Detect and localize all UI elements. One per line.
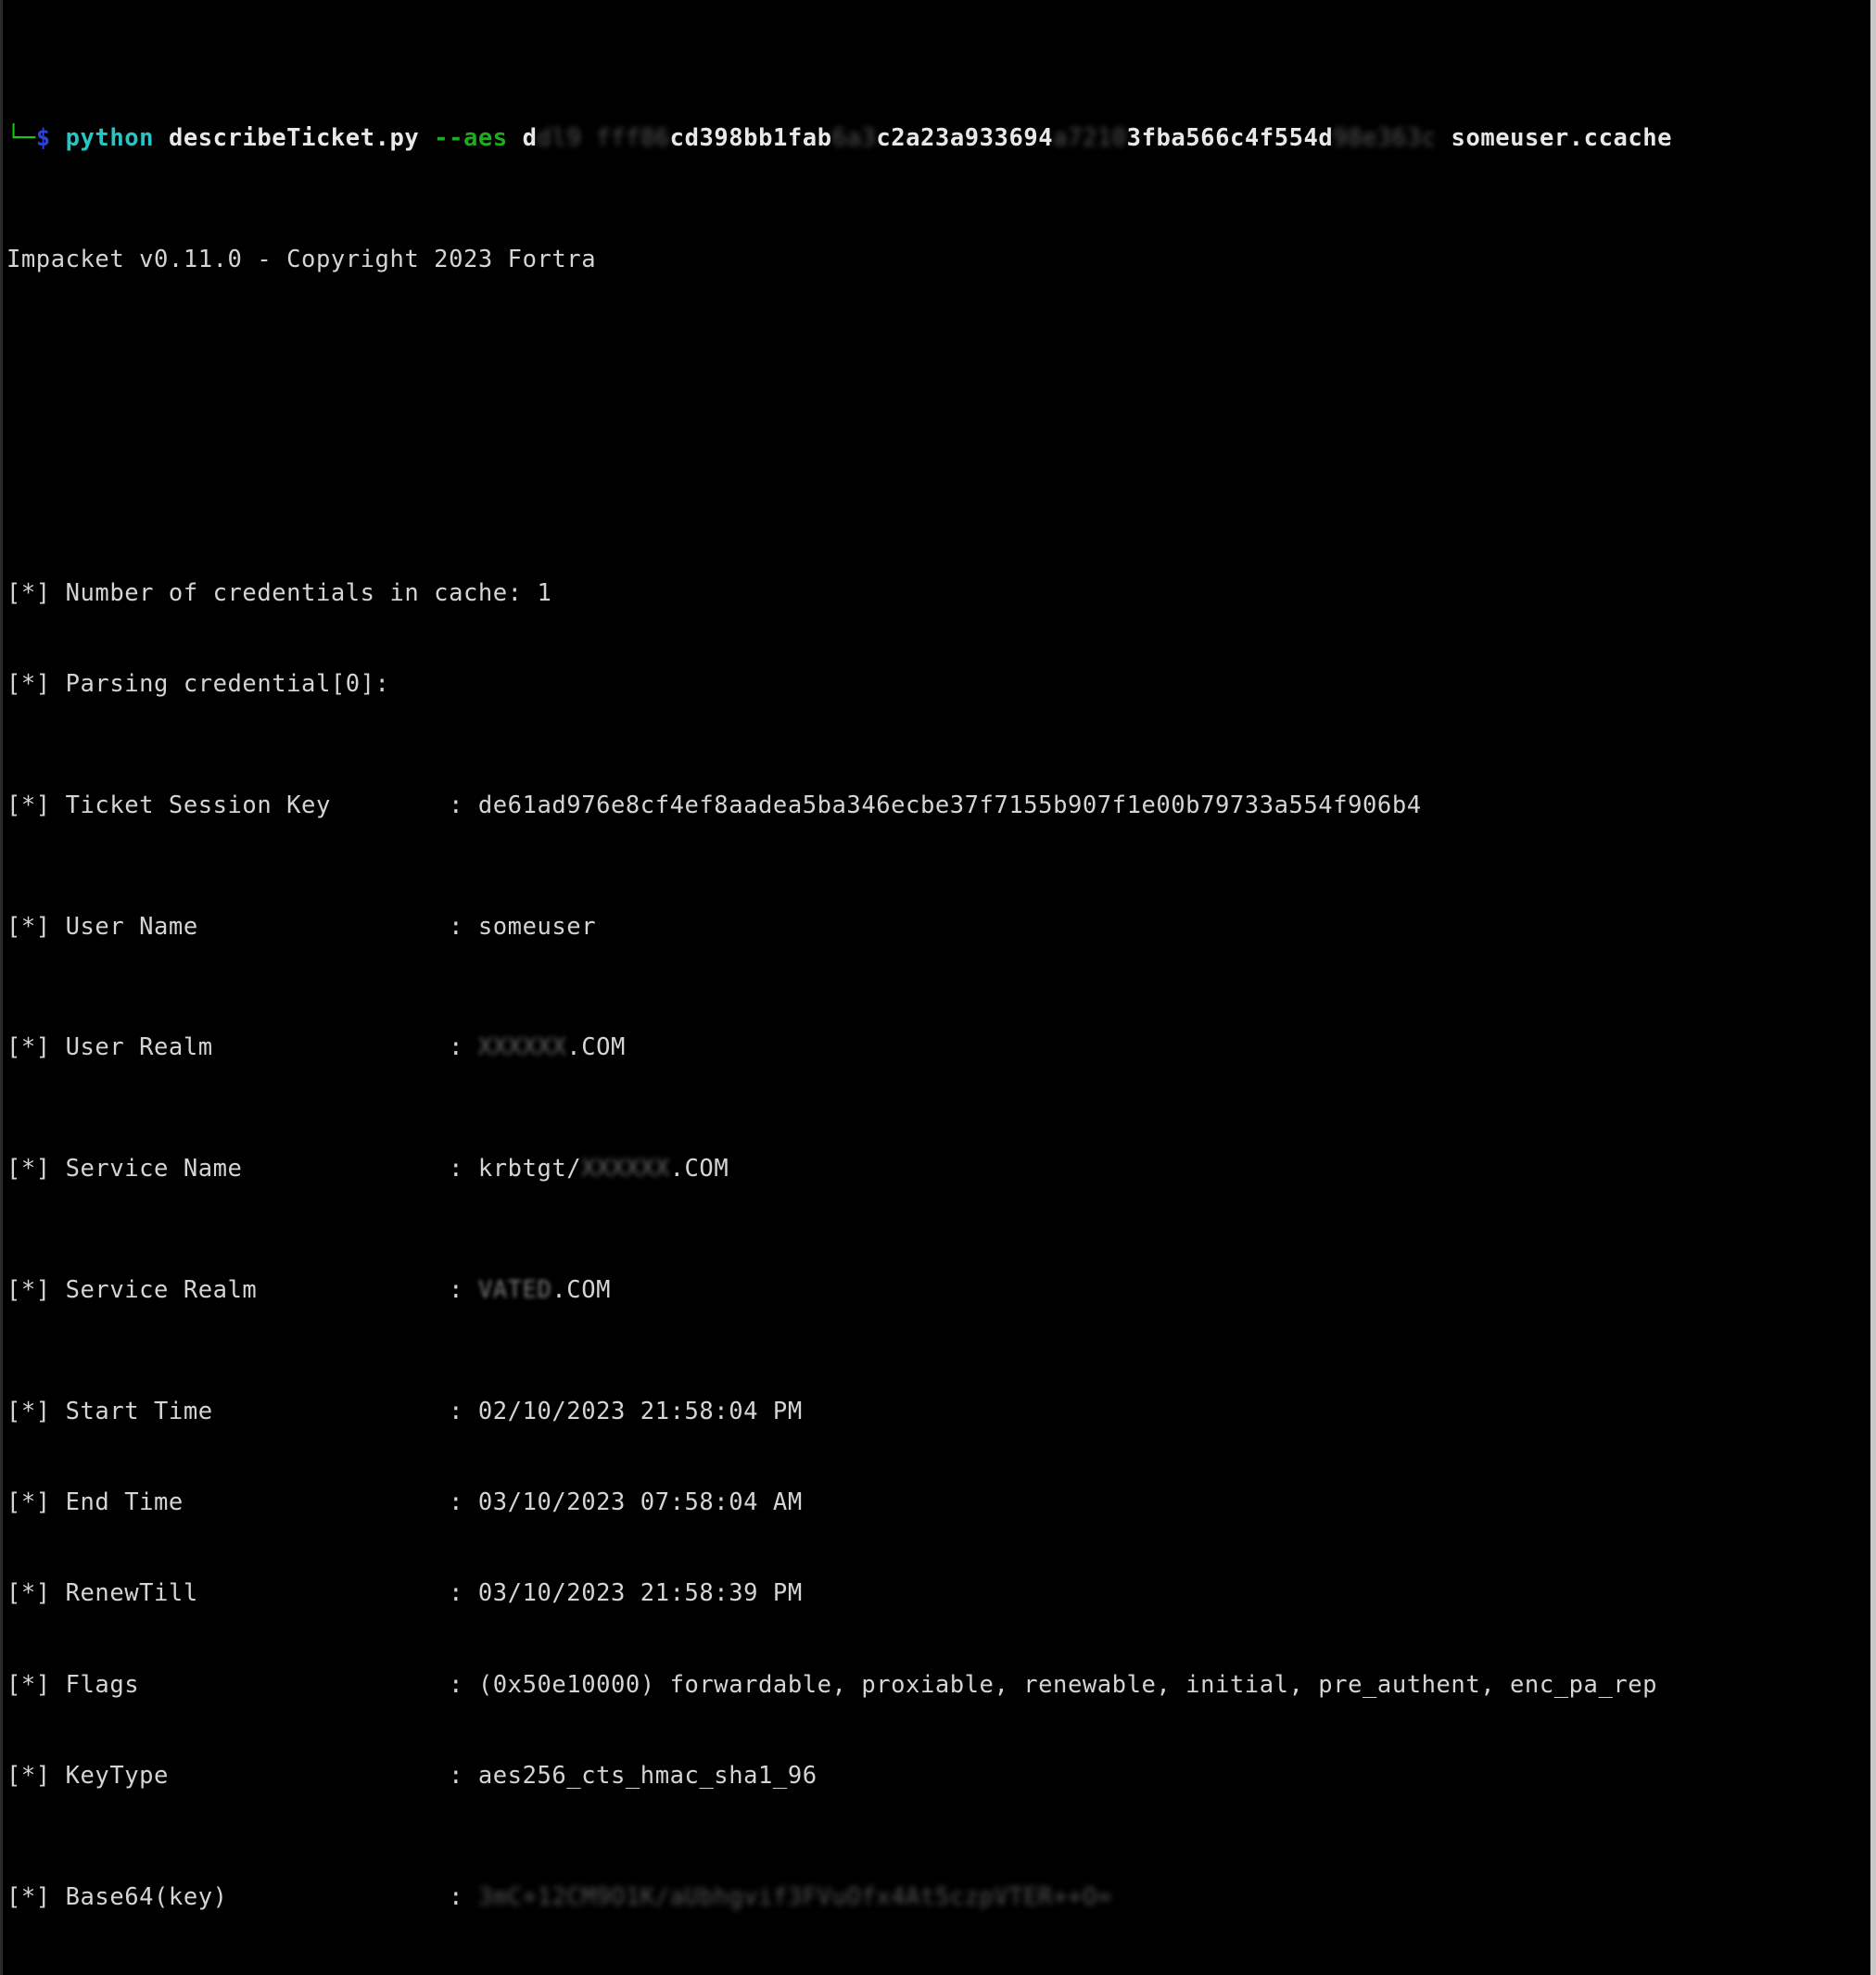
aes-key-part-2: cd398bb1fab: [669, 123, 832, 152]
base64-key-redacted: 3mC+12CM9O1K/aUbhgvif3FVuOfx4At5czpVTER+…: [477, 1882, 1112, 1911]
aes-key-redacted-4: a7210: [1053, 123, 1127, 152]
line-start-time: [*] Start Time : 02/10/2023 21:58:04 PM: [6, 1398, 803, 1426]
aes-key-redacted-3: 6a3: [831, 123, 877, 152]
line-user-realm: [*] User Realm : XXXXXX.COM: [6, 1032, 1702, 1063]
line-end-time: [*] End Time : 03/10/2023 07:58:04 AM: [6, 1488, 803, 1517]
line-service-name: [*] Service Name : krbtgt/XXXXXX.COM: [6, 1154, 1702, 1184]
ccache-filename-arg: someuser.ccache: [1451, 123, 1673, 152]
user-realm-suffix: .COM: [566, 1033, 626, 1062]
shell-prompt-line: └─$ python describeTicket.py --aes ddl9 …: [6, 123, 1702, 154]
user-realm-label: [*] User Realm :: [6, 1033, 478, 1062]
aes-key-part-4: 3fba566c4f554d: [1126, 123, 1334, 152]
ticket-session-key-label: [*] Ticket Session Key :: [6, 791, 478, 819]
line-base64-key: [*] Base64(key) : 3mC+12CM9O1K/aUbhgvif3…: [6, 1882, 1702, 1913]
blank-line-2: [6, 457, 1702, 487]
ticket-session-key-value: de61ad976e8cf4ef8aadea5ba346ecbe37f7155b…: [477, 791, 1422, 819]
line-flags: [*] Flags : (0x50e10000) forwardable, pr…: [6, 1670, 1658, 1699]
line-ticket-session-key: [*] Ticket Session Key : de61ad976e8cf4e…: [6, 791, 1702, 821]
line-service-realm: [*] Service Realm : VATED.COM: [6, 1275, 1702, 1306]
line-number-of-credentials: [*] Number of credentials in cache: 1: [6, 578, 552, 607]
service-name-label: [*] Service Name : krbtgt/: [6, 1155, 582, 1184]
command-python: python: [65, 123, 155, 152]
service-realm-label: [*] Service Realm :: [6, 1276, 478, 1305]
command-script: describeTicket.py: [168, 123, 420, 152]
command-flag-aes: --aes: [434, 123, 508, 152]
prompt-dollar-icon: $: [35, 123, 51, 152]
blank-line-1: [6, 366, 1702, 397]
base64-key-label: [*] Base64(key) :: [6, 1882, 478, 1911]
service-name-suffix: .COM: [669, 1155, 729, 1184]
terminal-window[interactable]: └─$ python describeTicket.py --aes ddl9 …: [0, 0, 1876, 1975]
user-realm-redacted: XXXXXX: [477, 1033, 567, 1062]
line-user-name: [*] User Name : someuser: [6, 912, 597, 941]
service-name-redacted: XXXXXX: [581, 1155, 670, 1184]
aes-key-part-1: d: [522, 123, 538, 152]
aes-key-part-3: c2a23a933694: [876, 123, 1054, 152]
prompt-branch-icon: └─: [6, 123, 36, 152]
aes-key-redacted-5: 98e363c: [1333, 123, 1437, 152]
impacket-banner: Impacket v0.11.0 - Copyright 2023 Fortra: [6, 245, 597, 273]
line-renewtill: [*] RenewTill : 03/10/2023 21:58:39 PM: [6, 1579, 803, 1608]
aes-key-redacted-1: dl9: [537, 123, 582, 152]
service-realm-redacted: VATED: [477, 1276, 552, 1305]
line-parsing-credential: [*] Parsing credential[0]:: [6, 669, 390, 698]
terminal-output-area[interactable]: └─$ python describeTicket.py --aes ddl9 …: [3, 0, 1702, 1975]
line-keytype: [*] KeyType : aes256_cts_hmac_sha1_96: [6, 1761, 818, 1790]
service-realm-suffix: .COM: [551, 1276, 611, 1305]
aes-key-redacted-2: fff86: [596, 123, 670, 152]
